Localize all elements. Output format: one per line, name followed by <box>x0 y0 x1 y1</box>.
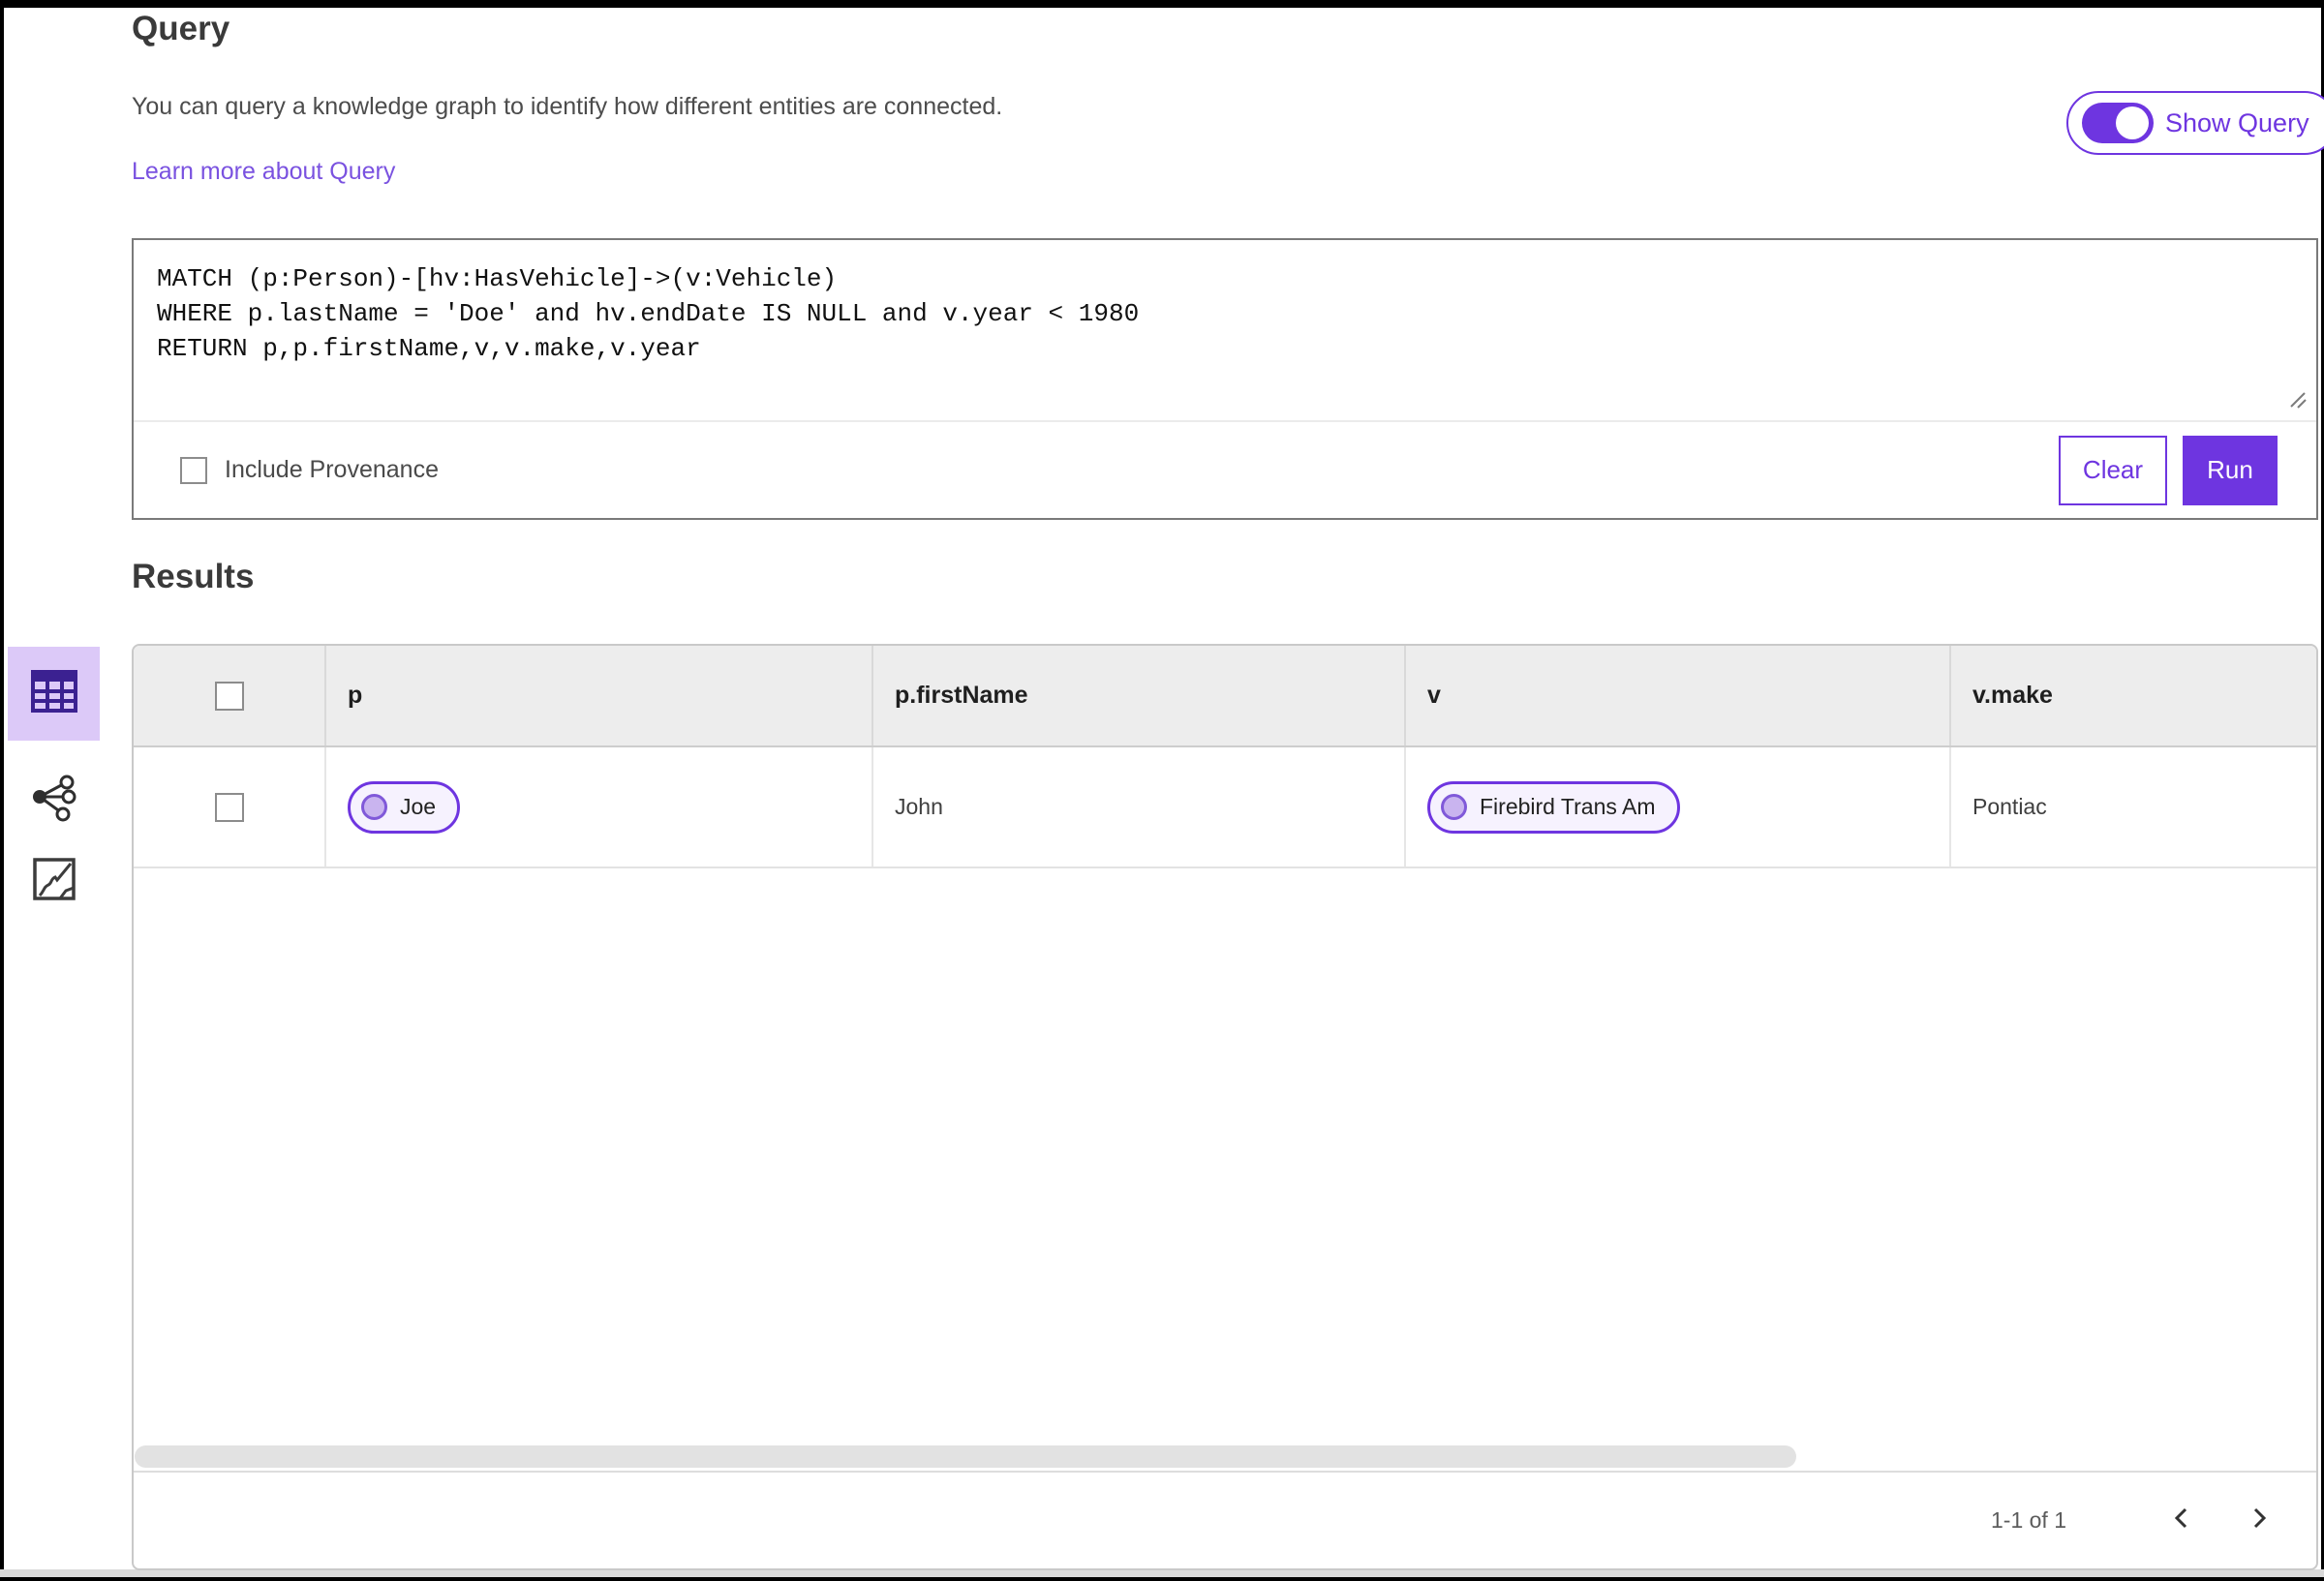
table-empty-area <box>134 868 2316 1442</box>
entity-chip-label: Firebird Trans Am <box>1480 794 1656 819</box>
map-view-icon <box>31 856 77 907</box>
view-tab-table[interactable] <box>8 647 100 741</box>
toggle-knob <box>2116 106 2149 139</box>
cell-p-firstname: John <box>873 747 1406 867</box>
entity-chip-label: Joe <box>400 794 437 819</box>
column-header-v-make[interactable]: v.make <box>1951 646 2316 745</box>
view-tab-graph[interactable] <box>25 771 81 827</box>
frame-bottom <box>0 1569 2324 1581</box>
show-query-label: Show Query <box>2165 107 2309 137</box>
table-header-row: p p.firstName v v.make <box>134 646 2316 747</box>
pagination-range: 1-1 of 1 <box>1991 1507 2066 1533</box>
include-provenance-label: Include Provenance <box>225 456 439 483</box>
page-title: Query <box>132 10 230 47</box>
column-header-p-firstname[interactable]: p.firstName <box>873 646 1406 745</box>
node-dot-icon <box>1441 794 1467 820</box>
chevron-left-icon <box>2169 1505 2194 1535</box>
run-button[interactable]: Run <box>2183 435 2278 505</box>
next-page-button[interactable] <box>2237 1499 2281 1543</box>
graph-view-icon <box>28 772 78 827</box>
row-checkbox[interactable] <box>214 792 244 822</box>
resize-handle-icon[interactable] <box>2285 387 2309 415</box>
select-all-checkbox[interactable] <box>214 681 244 711</box>
table-footer: 1-1 of 1 <box>134 1471 2316 1568</box>
header-checkbox-cell <box>134 646 326 745</box>
column-header-v[interactable]: v <box>1406 646 1951 745</box>
view-tab-map[interactable] <box>29 856 79 906</box>
learn-more-link[interactable]: Learn more about Query <box>132 158 395 186</box>
horizontal-scrollbar-thumb[interactable] <box>135 1445 1796 1468</box>
query-input[interactable]: MATCH (p:Person)-[hv:HasVehicle]->(v:Veh… <box>134 240 2316 419</box>
horizontal-scrollbar <box>134 1442 2316 1471</box>
cell-v-make: Pontiac <box>1972 794 2047 819</box>
column-header-p[interactable]: p <box>326 646 873 745</box>
row-checkbox-cell <box>134 747 326 867</box>
entity-chip-person[interactable]: Joe <box>348 780 461 834</box>
previous-page-button[interactable] <box>2159 1499 2204 1543</box>
table-row: Joe John Firebird Trans Am Pontiac <box>134 747 2316 868</box>
editor-bottom-bar: Include Provenance Clear Run <box>134 422 2316 518</box>
entity-chip-vehicle[interactable]: Firebird Trans Am <box>1427 780 1680 834</box>
show-query-toggle[interactable]: Show Query <box>2066 91 2324 155</box>
cell-v: Firebird Trans Am <box>1406 747 1951 867</box>
toggle-on-icon[interactable] <box>2082 103 2154 143</box>
clear-button[interactable]: Clear <box>2059 435 2167 505</box>
frame-left <box>0 0 4 1581</box>
results-heading: Results <box>132 558 255 595</box>
cell-p: Joe <box>326 747 873 867</box>
query-editor-box: MATCH (p:Person)-[hv:HasVehicle]->(v:Veh… <box>132 238 2318 520</box>
table-view-icon <box>30 669 78 718</box>
frame-top <box>0 0 2324 8</box>
include-provenance-checkbox[interactable] <box>180 456 207 484</box>
node-dot-icon <box>361 794 387 820</box>
results-table: p p.firstName v v.make Joe John Firebird… <box>132 644 2318 1570</box>
page-description: You can query a knowledge graph to ident… <box>132 93 1003 120</box>
chevron-right-icon <box>2247 1505 2272 1535</box>
